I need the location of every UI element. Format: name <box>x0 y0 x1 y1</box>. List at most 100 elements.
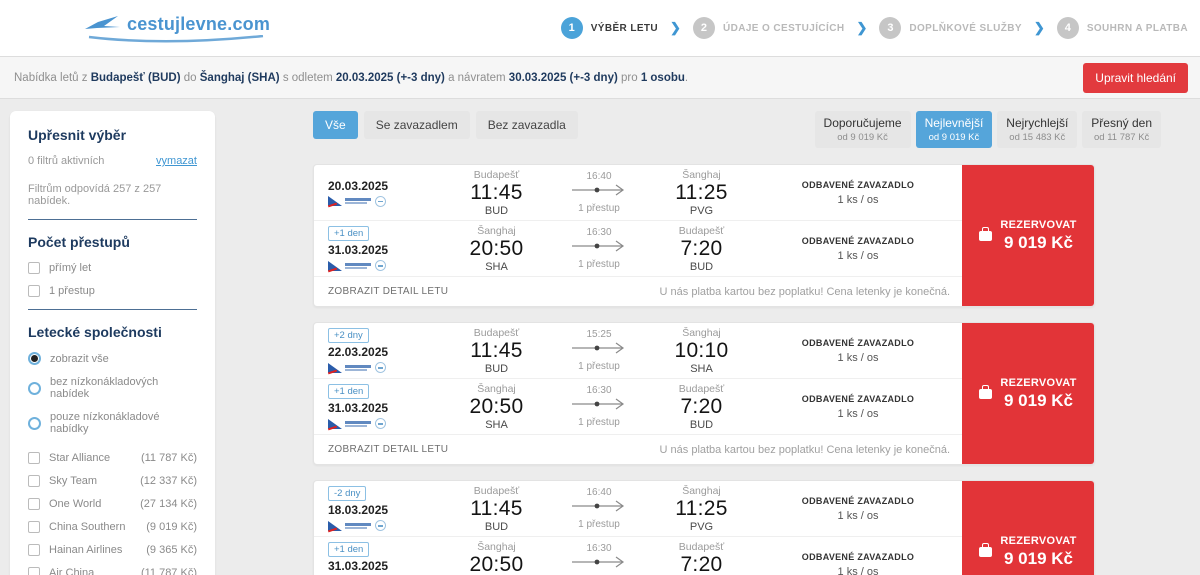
arrival-city: Budapešť <box>678 382 725 395</box>
option-label: přímý let <box>49 262 92 274</box>
chevron-right-icon: ❯ <box>1033 20 1045 35</box>
airline-checkbox-4[interactable]: Hainan Airlines (9 365 Kč) <box>28 544 197 556</box>
arrival-time: 7:20 <box>680 552 723 575</box>
flight-segment: +1 den 31.03.2025 Šanghaj 20:50 SHA 16:3… <box>314 379 962 435</box>
airline-checkbox-0[interactable]: Star Alliance (11 787 Kč) <box>28 452 197 464</box>
flight-duration: 16:30 <box>586 385 612 396</box>
tab-2[interactable]: Bez zavazadla <box>475 111 578 139</box>
arrival-city: Šanghaj <box>682 484 721 497</box>
day-offset-badge: -2 dny <box>328 486 367 501</box>
option-label: zobrazit vše <box>50 352 109 365</box>
summary-text-part: s odletem <box>279 71 336 84</box>
arrival-time: 11:25 <box>675 496 728 520</box>
option-label: pouze nízkonákladové nabídky <box>50 411 160 435</box>
search-summary-text: Nabídka letů z Budapešť (BUD) do Šanghaj… <box>14 72 688 84</box>
baggage-title: ODBAVENÉ ZAVAZADLO <box>801 495 915 506</box>
option-label: Hainan Airlines <box>49 544 123 556</box>
segment-info: +1 den 31.03.2025 <box>314 542 444 575</box>
departure-time: 11:45 <box>470 180 523 204</box>
airline-radio-1[interactable]: bez nízkonákladových nabídek <box>28 376 197 400</box>
segment-date: 22.03.2025 <box>328 345 389 359</box>
airline-checkbox-3[interactable]: China Southern (9 019 Kč) <box>28 521 197 533</box>
arrival-city: Budapešť <box>678 224 725 237</box>
sort-button-0[interactable]: Doporučujeme od 9 019 Kč <box>814 111 911 148</box>
airline-logos <box>328 418 444 429</box>
flight-duration: 16:30 <box>586 543 612 554</box>
baggage-value: 1 ks / os <box>837 249 879 262</box>
departure-city: Šanghaj <box>477 224 516 237</box>
airline-checkbox-1[interactable]: Sky Team (12 337 Kč) <box>28 475 197 487</box>
option-price: (11 787 Kč) <box>140 452 197 464</box>
checkbox-icon <box>28 285 40 297</box>
flight-card-body: +2 dny 22.03.2025 Budapešť 11:45 BUD 15:… <box>314 323 962 464</box>
stops-options: přímý let 1 přestup <box>28 262 197 297</box>
airline-logo-china-southern <box>328 362 371 373</box>
clear-filters-link[interactable]: vymazat <box>156 155 197 167</box>
airline-checkbox-5[interactable]: Air China (11 787 Kč) <box>28 567 197 575</box>
airline-logo-badge-icon <box>375 520 386 531</box>
show-detail-link[interactable]: ZOBRAZIT DETAIL LETU <box>328 444 448 455</box>
sort-button-3[interactable]: Přesný den od 11 787 Kč <box>1082 111 1161 148</box>
site-logo[interactable]: cestujlevne.com <box>85 14 270 43</box>
airline-logos <box>328 520 444 531</box>
tab-0[interactable]: Vše <box>313 111 358 139</box>
stops-option-0[interactable]: přímý let <box>28 262 197 274</box>
airline-logos <box>328 195 444 207</box>
sort-price: od 9 019 Kč <box>928 132 980 143</box>
plane-icon <box>85 16 120 29</box>
day-offset-badge: +1 den <box>328 384 370 399</box>
step-4[interactable]: 4 SOUHRN A PLATBA <box>1056 17 1188 39</box>
arrival-time: 10:10 <box>674 338 729 362</box>
radio-icon <box>28 416 41 430</box>
step-2[interactable]: 2 ÚDAJE O CESTUJÍCÍCH <box>692 17 845 39</box>
airline-logo-badge-icon <box>375 195 386 207</box>
sort-button-1[interactable]: Nejlevnější od 9 019 Kč <box>915 111 993 148</box>
summary-text-part: a návratem <box>444 71 509 84</box>
edit-search-button[interactable]: Upravit hledání <box>1083 62 1188 93</box>
flight-arrow-icon <box>572 556 625 568</box>
flight-arrow-icon <box>572 398 625 410</box>
option-price: (27 134 Kč) <box>140 498 197 510</box>
show-detail-link[interactable]: ZOBRAZIT DETAIL LETU <box>328 286 448 297</box>
divider <box>28 219 197 220</box>
sort-price: od 11 787 Kč <box>1094 132 1150 143</box>
departure-time: 11:45 <box>470 496 523 520</box>
departure-city: Šanghaj <box>477 540 516 553</box>
flight-arrow-icon <box>572 500 625 512</box>
stops-option-1[interactable]: 1 přestup <box>28 285 197 297</box>
summary-text-part: pro <box>617 71 641 84</box>
step-3[interactable]: 3 DOPLŇKOVÉ SLUŽBY <box>879 17 1022 39</box>
reserve-button[interactable]: REZERVOVAT 9 019 Kč <box>962 481 1094 575</box>
header: cestujlevne.com 1 VÝBĚR LETU ❯ 2 ÚDAJE O… <box>0 0 1200 57</box>
departure-endpoint: Budapešť 11:45 BUD <box>444 327 549 375</box>
baggage-info: ODBAVENÉ ZAVAZADLO 1 ks / os <box>754 552 962 575</box>
summary-highlight: 30.03.2025 (+-3 dny) <box>508 71 618 84</box>
airline-logo-badge-icon <box>375 362 386 373</box>
arrival-city: Šanghaj <box>682 168 721 181</box>
departure-time: 20:50 <box>469 236 524 260</box>
departure-airport-code: BUD <box>484 520 509 533</box>
reserve-label: REZERVOVAT <box>1000 218 1077 231</box>
step-1[interactable]: 1 VÝBĚR LETU <box>560 17 658 39</box>
card-footer: ZOBRAZIT DETAIL LETU U nás platba kartou… <box>314 277 962 306</box>
departure-endpoint: Šanghaj 20:50 SHA <box>444 383 549 431</box>
reserve-button[interactable]: REZERVOVAT 9 019 Kč <box>962 323 1094 464</box>
flight-duration: 16:30 <box>586 227 612 238</box>
tab-1[interactable]: Se zavazadlem <box>363 111 470 139</box>
airline-radio-0[interactable]: zobrazit vše <box>28 352 197 365</box>
suitcase-icon <box>979 542 993 557</box>
segment-info: +1 den 31.03.2025 <box>314 384 444 429</box>
duration-block: 16:40 1 přestup <box>549 171 649 214</box>
airline-checkbox-2[interactable]: One World (27 134 Kč) <box>28 498 197 510</box>
sort-button-2[interactable]: Nejrychlejší od 15 483 Kč <box>997 111 1078 148</box>
departure-city: Šanghaj <box>477 382 516 395</box>
option-price: (9 019 Kč) <box>146 521 197 533</box>
summary-highlight: 20.03.2025 (+-3 dny) <box>335 71 445 84</box>
reserve-button[interactable]: REZERVOVAT 9 019 Kč <box>962 165 1094 306</box>
airline-logos <box>328 260 444 271</box>
departure-time: 11:45 <box>470 338 523 362</box>
segment-info: -2 dny 18.03.2025 <box>314 486 444 531</box>
reserve-price: 9 019 Kč <box>1004 232 1073 252</box>
filters-match-text: Filtrům odpovídá 257 z 257 nabídek. <box>28 183 162 207</box>
airline-radio-2[interactable]: pouze nízkonákladové nabídky <box>28 411 197 435</box>
